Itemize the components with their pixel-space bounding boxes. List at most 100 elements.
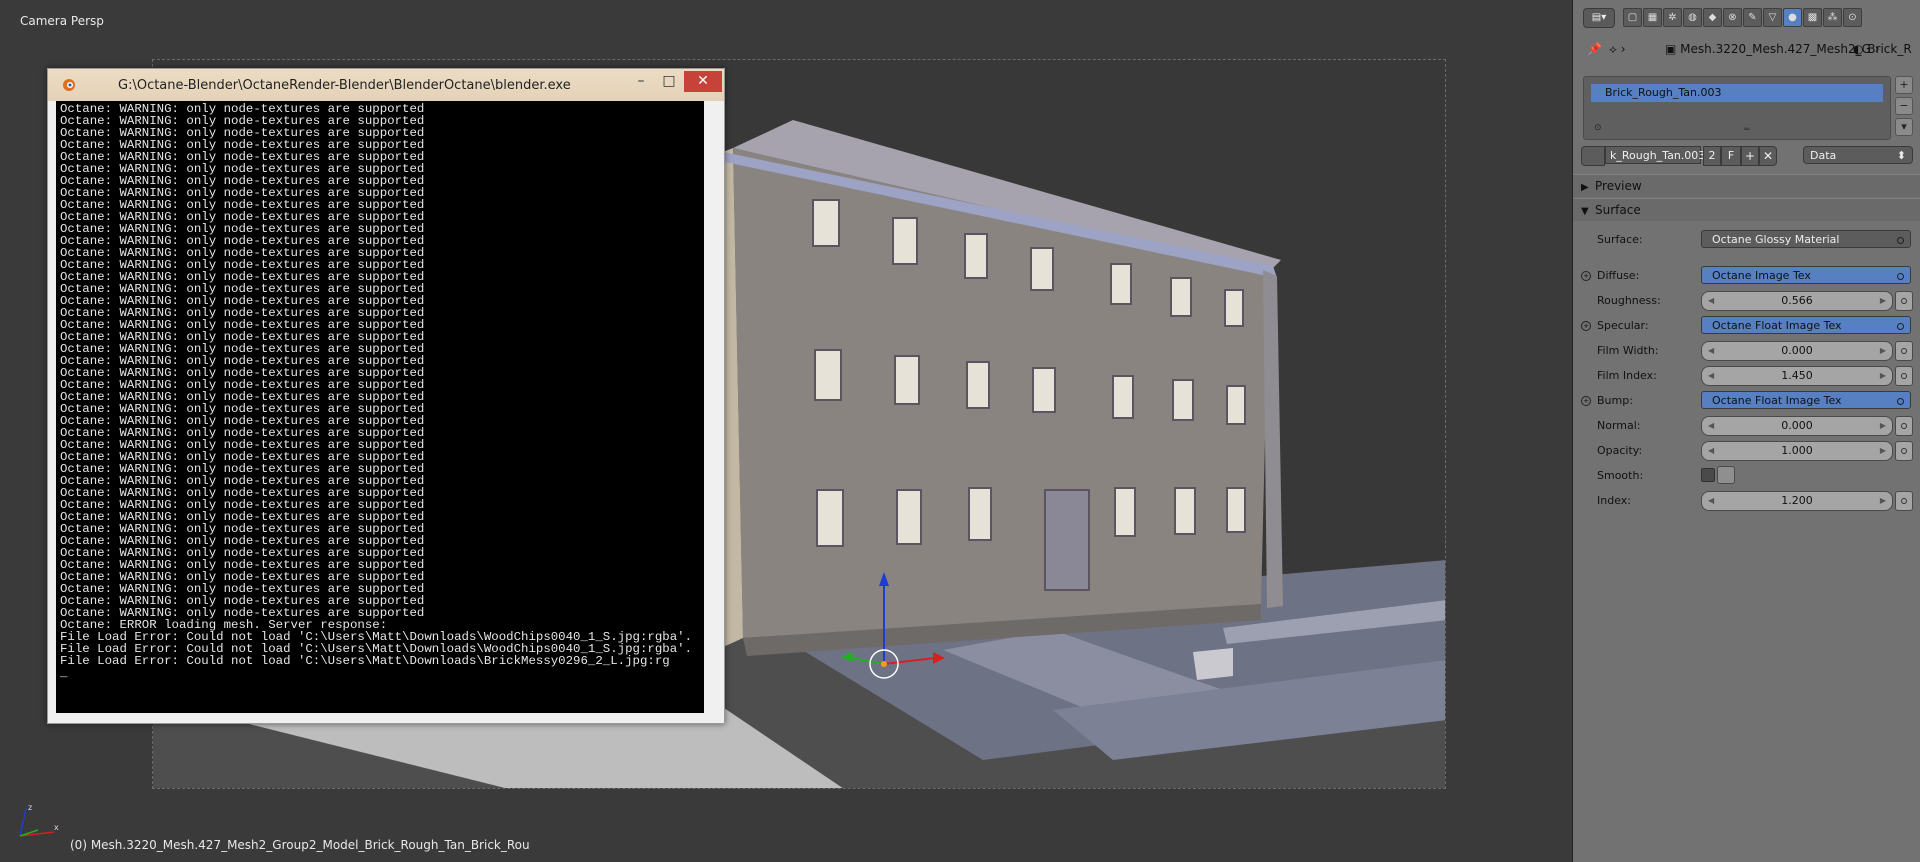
render-tab-icon[interactable]: ▢ bbox=[1623, 8, 1642, 27]
specular-row: + Specular: Octane Float Image Tex bbox=[1573, 316, 1920, 336]
breadcrumb: 📌 ⟡ › ▣ Mesh.3220_Mesh.427_Mesh2_G › ◐ B… bbox=[1573, 34, 1920, 64]
diffuse-label: Diffuse: bbox=[1597, 269, 1640, 282]
roughness-row: Roughness: ◀ 0.566 ▶ bbox=[1573, 291, 1920, 311]
surface-row: Surface: Octane Glossy Material bbox=[1573, 230, 1920, 250]
material-slot-list[interactable]: Brick_Rough_Tan.003 ⊙ ═ bbox=[1583, 76, 1891, 140]
maximize-button[interactable]: □ bbox=[654, 71, 684, 93]
slot-list-buttons: + − ▾ bbox=[1895, 76, 1913, 139]
specular-node-button[interactable]: Octane Float Image Tex bbox=[1701, 316, 1911, 334]
data-tab-icon[interactable]: ▽ bbox=[1763, 8, 1782, 27]
list-grip-icon[interactable]: ═ bbox=[1744, 125, 1749, 135]
opacity-socket-button[interactable] bbox=[1895, 441, 1913, 461]
index-label: Index: bbox=[1597, 494, 1631, 507]
specular-node-value: Octane Float Image Tex bbox=[1712, 319, 1842, 332]
modifiers-tab-icon[interactable]: ✎ bbox=[1743, 8, 1762, 27]
expanded-triangle-icon: ▼ bbox=[1581, 206, 1589, 217]
scene-icon: ⟡ › bbox=[1609, 42, 1626, 56]
index-row: Index: ◀ 1.200 ▶ bbox=[1573, 491, 1920, 511]
opacity-field[interactable]: ◀ 1.000 ▶ bbox=[1701, 441, 1893, 461]
scene-tab-icon[interactable]: ✲ bbox=[1663, 8, 1682, 27]
normal-field[interactable]: ◀ 0.000 ▶ bbox=[1701, 416, 1893, 436]
properties-editor[interactable]: ▤▾ ▢ ▦ ✲ ◍ ◆ ⊗ ✎ ▽ ● ▩ ⁂ ⊙ 📌 ⟡ › ▣ Mesh.… bbox=[1572, 0, 1920, 862]
properties-icon[interactable]: ▤▾ bbox=[1583, 8, 1615, 28]
properties-header: ▤▾ ▢ ▦ ✲ ◍ ◆ ⊗ ✎ ▽ ● ▩ ⁂ ⊙ bbox=[1573, 0, 1920, 35]
right-pillar bbox=[1263, 270, 1283, 608]
material-browse-icon[interactable] bbox=[1581, 146, 1605, 166]
render-layers-tab-icon[interactable]: ▦ bbox=[1643, 8, 1662, 27]
film-width-field[interactable]: ◀ 0.000 ▶ bbox=[1701, 341, 1893, 361]
index-field[interactable]: ◀ 1.200 ▶ bbox=[1701, 491, 1893, 511]
normal-socket-button[interactable] bbox=[1895, 416, 1913, 436]
new-material-button[interactable]: + bbox=[1741, 146, 1759, 166]
list-resize-icon[interactable]: ⊙ bbox=[1594, 123, 1602, 133]
object-tab-icon[interactable]: ◆ bbox=[1703, 8, 1722, 27]
material-slot-item[interactable]: Brick_Rough_Tan.003 bbox=[1591, 84, 1883, 102]
physics-tab-icon[interactable]: ⊙ bbox=[1843, 8, 1862, 27]
smooth-checkbox[interactable] bbox=[1701, 468, 1715, 482]
normal-row: Normal: ◀ 0.000 ▶ bbox=[1573, 416, 1920, 436]
add-slot-button[interactable]: + bbox=[1895, 76, 1913, 94]
material-datablock-row: k_Rough_Tan.003 2 F + ✕ Data ⬍ bbox=[1581, 146, 1913, 166]
remove-slot-button[interactable]: − bbox=[1895, 97, 1913, 115]
surface-label: Surface: bbox=[1597, 233, 1643, 246]
socket-expand-icon[interactable]: + bbox=[1581, 271, 1591, 281]
constraints-tab-icon[interactable]: ⊗ bbox=[1723, 8, 1742, 27]
normal-label: Normal: bbox=[1597, 419, 1641, 432]
smooth-socket-button[interactable] bbox=[1717, 466, 1735, 484]
blender-logo-icon bbox=[63, 79, 75, 91]
film-index-row: Film Index: ◀ 1.450 ▶ bbox=[1573, 366, 1920, 386]
slot-menu-button[interactable]: ▾ bbox=[1895, 118, 1913, 136]
particles-tab-icon[interactable]: ⁂ bbox=[1823, 8, 1842, 27]
smooth-label: Smooth: bbox=[1597, 469, 1644, 482]
viewport-title: Camera Persp bbox=[20, 14, 104, 28]
console-titlebar[interactable]: G:\Octane-Blender\OctaneRender-Blender\B… bbox=[48, 69, 724, 101]
socket-expand-icon[interactable]: + bbox=[1581, 321, 1591, 331]
bump-row: + Bump: Octane Float Image Tex bbox=[1573, 391, 1920, 411]
film-width-socket-button[interactable] bbox=[1895, 341, 1913, 361]
surface-node-button[interactable]: Octane Glossy Material bbox=[1701, 230, 1911, 248]
roughness-field[interactable]: ◀ 0.566 ▶ bbox=[1701, 291, 1893, 311]
socket-expand-icon[interactable]: + bbox=[1581, 396, 1591, 406]
viewport-status: (0) Mesh.3220_Mesh.427_Mesh2_Group2_Mode… bbox=[70, 838, 530, 852]
index-socket-button[interactable] bbox=[1895, 491, 1913, 511]
bump-label: Bump: bbox=[1597, 394, 1633, 407]
console-title: G:\Octane-Blender\OctaneRender-Blender\B… bbox=[118, 78, 571, 93]
minimize-button[interactable]: – bbox=[626, 71, 656, 93]
3d-viewport[interactable]: Camera Persp G:\Octane-Blender\OctaneRen… bbox=[0, 0, 1572, 862]
building-door bbox=[1044, 489, 1090, 591]
film-index-label: Film Index: bbox=[1597, 369, 1657, 382]
roughness-socket-button[interactable] bbox=[1895, 291, 1913, 311]
bump-node-value: Octane Float Image Tex bbox=[1712, 394, 1842, 407]
preview-panel-header[interactable]: ▶ Preview bbox=[1573, 174, 1920, 197]
bump-node-button[interactable]: Octane Float Image Tex bbox=[1701, 391, 1911, 409]
dropdown-arrows-icon: ⬍ bbox=[1896, 149, 1906, 162]
link-dropdown-label: Data bbox=[1810, 149, 1837, 162]
index-value: 1.200 bbox=[1781, 494, 1813, 507]
link-dropdown[interactable]: Data ⬍ bbox=[1803, 146, 1913, 164]
axis-indicator: z x bbox=[19, 803, 59, 837]
diffuse-node-button[interactable]: Octane Image Tex bbox=[1701, 266, 1911, 284]
material-name-field[interactable]: k_Rough_Tan.003 bbox=[1605, 146, 1705, 164]
film-index-field[interactable]: ◀ 1.450 ▶ bbox=[1701, 366, 1893, 386]
texture-tab-icon[interactable]: ▩ bbox=[1803, 8, 1822, 27]
pin-icon[interactable]: 📌 bbox=[1587, 42, 1602, 56]
surface-panel-label: Surface bbox=[1595, 203, 1641, 217]
console-output-area[interactable]: Octane: WARNING: only node-textures are … bbox=[56, 101, 704, 713]
axis-z-label: z bbox=[28, 803, 32, 812]
close-button[interactable]: ✕ bbox=[684, 71, 722, 92]
film-width-value: 0.000 bbox=[1781, 344, 1813, 357]
material-users-count[interactable]: 2 bbox=[1703, 146, 1721, 166]
breadcrumb-mesh-label: Mesh.3220_Mesh.427_Mesh2_G bbox=[1680, 42, 1871, 56]
surface-panel-header[interactable]: ▼ Surface bbox=[1573, 198, 1920, 221]
axis-x-label: x bbox=[54, 823, 59, 832]
roughness-label: Roughness: bbox=[1597, 294, 1661, 307]
world-tab-icon[interactable]: ◍ bbox=[1683, 8, 1702, 27]
opacity-value: 1.000 bbox=[1781, 444, 1813, 457]
film-index-socket-button[interactable] bbox=[1895, 366, 1913, 386]
material-tab-icon[interactable]: ● bbox=[1783, 8, 1802, 27]
object-origin bbox=[881, 661, 887, 667]
breadcrumb-material: ◐ Brick_R bbox=[1853, 42, 1912, 56]
console-window[interactable]: G:\Octane-Blender\OctaneRender-Blender\B… bbox=[47, 68, 725, 724]
fake-user-button[interactable]: F bbox=[1721, 146, 1741, 166]
unlink-material-button[interactable]: ✕ bbox=[1759, 146, 1777, 166]
